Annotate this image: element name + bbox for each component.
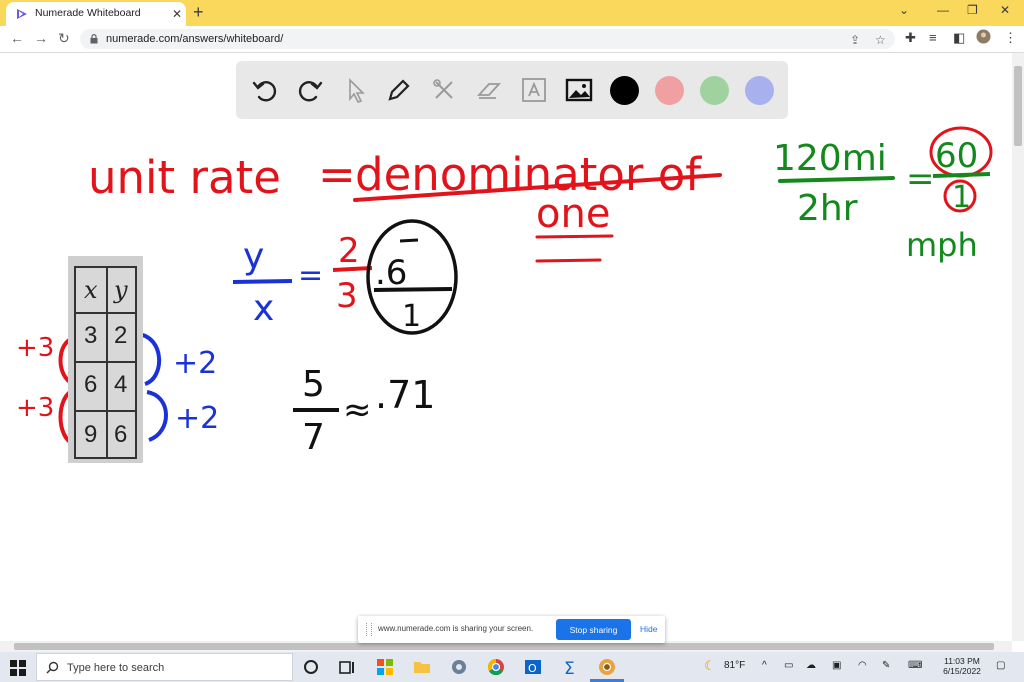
rate-equals: = xyxy=(906,159,935,199)
pen-icon[interactable] xyxy=(384,75,414,105)
screen-share-banner: www.numerade.com is sharing your screen.… xyxy=(358,616,665,643)
vertical-scroll-thumb[interactable] xyxy=(1014,66,1022,146)
unit-rate-text: unit rate xyxy=(88,151,281,204)
search-placeholder: Type here to search xyxy=(67,662,165,674)
image-icon[interactable] xyxy=(564,75,594,105)
table-cell: 9 xyxy=(84,421,98,448)
ratio-denominator: 3 xyxy=(336,276,358,316)
table-cell: 3 xyxy=(84,322,98,349)
table-cell: 6 xyxy=(114,421,128,448)
clock-time: 11:03 PM xyxy=(944,656,980,666)
redo-icon[interactable] xyxy=(295,75,325,105)
taskbar-clock[interactable]: 11:03 PM 6/15/2022 xyxy=(938,656,986,676)
sigma-app-icon[interactable]: Σ xyxy=(560,657,580,679)
xy-table-image: x y 3 2 6 4 9 6 xyxy=(68,256,143,463)
rate-numerator: 120mi xyxy=(773,138,887,179)
weather-moon-icon[interactable]: ☾ xyxy=(704,658,716,674)
color-green-swatch[interactable] xyxy=(700,76,729,105)
cortana-icon[interactable] xyxy=(301,657,321,677)
table-cell: 4 xyxy=(114,371,128,398)
frac-denominator: 7 xyxy=(302,417,325,458)
color-black-swatch[interactable] xyxy=(610,76,639,105)
drag-handle-icon[interactable] xyxy=(366,623,372,636)
rate-denominator: 2hr xyxy=(797,188,858,229)
eraser-icon[interactable] xyxy=(474,75,504,105)
color-blue-swatch[interactable] xyxy=(745,76,774,105)
ratio-red-bar xyxy=(332,266,373,272)
notifications-icon[interactable]: ▢ xyxy=(996,660,1005,671)
svg-text:Σ: Σ xyxy=(564,659,575,677)
left-step-2: +3 xyxy=(16,393,54,423)
circled-decimal-numerator: .6 xyxy=(375,253,407,293)
table-cell: 2 xyxy=(114,322,128,349)
ratio-y: y xyxy=(243,236,264,277)
chrome-icon[interactable] xyxy=(486,657,506,677)
windows-start-icon[interactable] xyxy=(10,660,26,676)
horizontal-scroll-thumb[interactable] xyxy=(14,643,994,650)
share-message: www.numerade.com is sharing your screen. xyxy=(378,624,534,633)
snipping-tool-icon[interactable] xyxy=(449,657,469,677)
ratio-equals: = xyxy=(298,258,323,293)
left-step-1: +3 xyxy=(16,333,54,363)
task-view-icon[interactable] xyxy=(337,657,357,677)
ratio-bar xyxy=(232,279,293,284)
stop-sharing-button[interactable]: Stop sharing xyxy=(556,619,631,640)
keyboard-icon[interactable]: ⌨ xyxy=(908,660,922,671)
pen-workspace-icon[interactable]: ✎ xyxy=(882,660,890,671)
one-text: one xyxy=(536,191,610,237)
approx-sign: ≈ xyxy=(343,390,372,430)
weather-temperature[interactable]: 81°F xyxy=(724,660,745,671)
one-underline-1 xyxy=(535,234,614,239)
chrome-canary-icon[interactable] xyxy=(597,657,617,677)
outlook-icon[interactable]: O xyxy=(523,657,543,677)
color-red-swatch[interactable] xyxy=(655,76,684,105)
circled-decimal-bar xyxy=(373,287,453,292)
ratio-x: x xyxy=(253,288,274,329)
whiteboard-toolbar xyxy=(236,61,788,119)
clock-date: 6/15/2022 xyxy=(943,666,981,676)
right-bracket-2 xyxy=(146,390,168,442)
tools-icon[interactable] xyxy=(429,75,459,105)
search-icon xyxy=(46,661,59,674)
wifi-icon[interactable]: ◠ xyxy=(858,660,867,671)
approx-value: .71 xyxy=(375,373,435,417)
battery-icon[interactable]: ▭ xyxy=(784,660,793,671)
audio-device-icon[interactable]: ▣ xyxy=(832,660,841,671)
rate-result-bar xyxy=(932,172,991,178)
one-underline-2 xyxy=(535,258,602,263)
frac-numerator: 5 xyxy=(302,364,325,405)
microsoft-store-icon[interactable] xyxy=(375,657,395,677)
equals-sign: = xyxy=(318,148,356,201)
right-step-2: +2 xyxy=(175,401,219,436)
pointer-icon[interactable] xyxy=(340,75,370,105)
denominator-of-text: denominator of xyxy=(355,148,702,201)
mph-text: mph xyxy=(906,226,978,264)
table-header-x: x xyxy=(84,276,98,304)
undo-icon[interactable] xyxy=(250,75,280,105)
table-cell: 6 xyxy=(84,371,98,398)
text-icon[interactable] xyxy=(519,75,549,105)
onedrive-icon[interactable]: ☁ xyxy=(806,660,816,671)
hide-button[interactable]: Hide xyxy=(640,624,657,634)
right-step-1: +2 xyxy=(173,346,217,381)
circled-decimal-denominator: 1 xyxy=(402,299,421,334)
taskbar-search-box[interactable]: Type here to search xyxy=(36,653,293,681)
table-header-y: y xyxy=(114,276,128,304)
ratio-numerator: 2 xyxy=(338,231,360,271)
show-hidden-icons-icon[interactable]: ^ xyxy=(762,660,767,671)
svg-text:O: O xyxy=(528,662,537,675)
circled-decimal-tick xyxy=(399,238,419,243)
file-explorer-icon[interactable] xyxy=(412,657,432,677)
